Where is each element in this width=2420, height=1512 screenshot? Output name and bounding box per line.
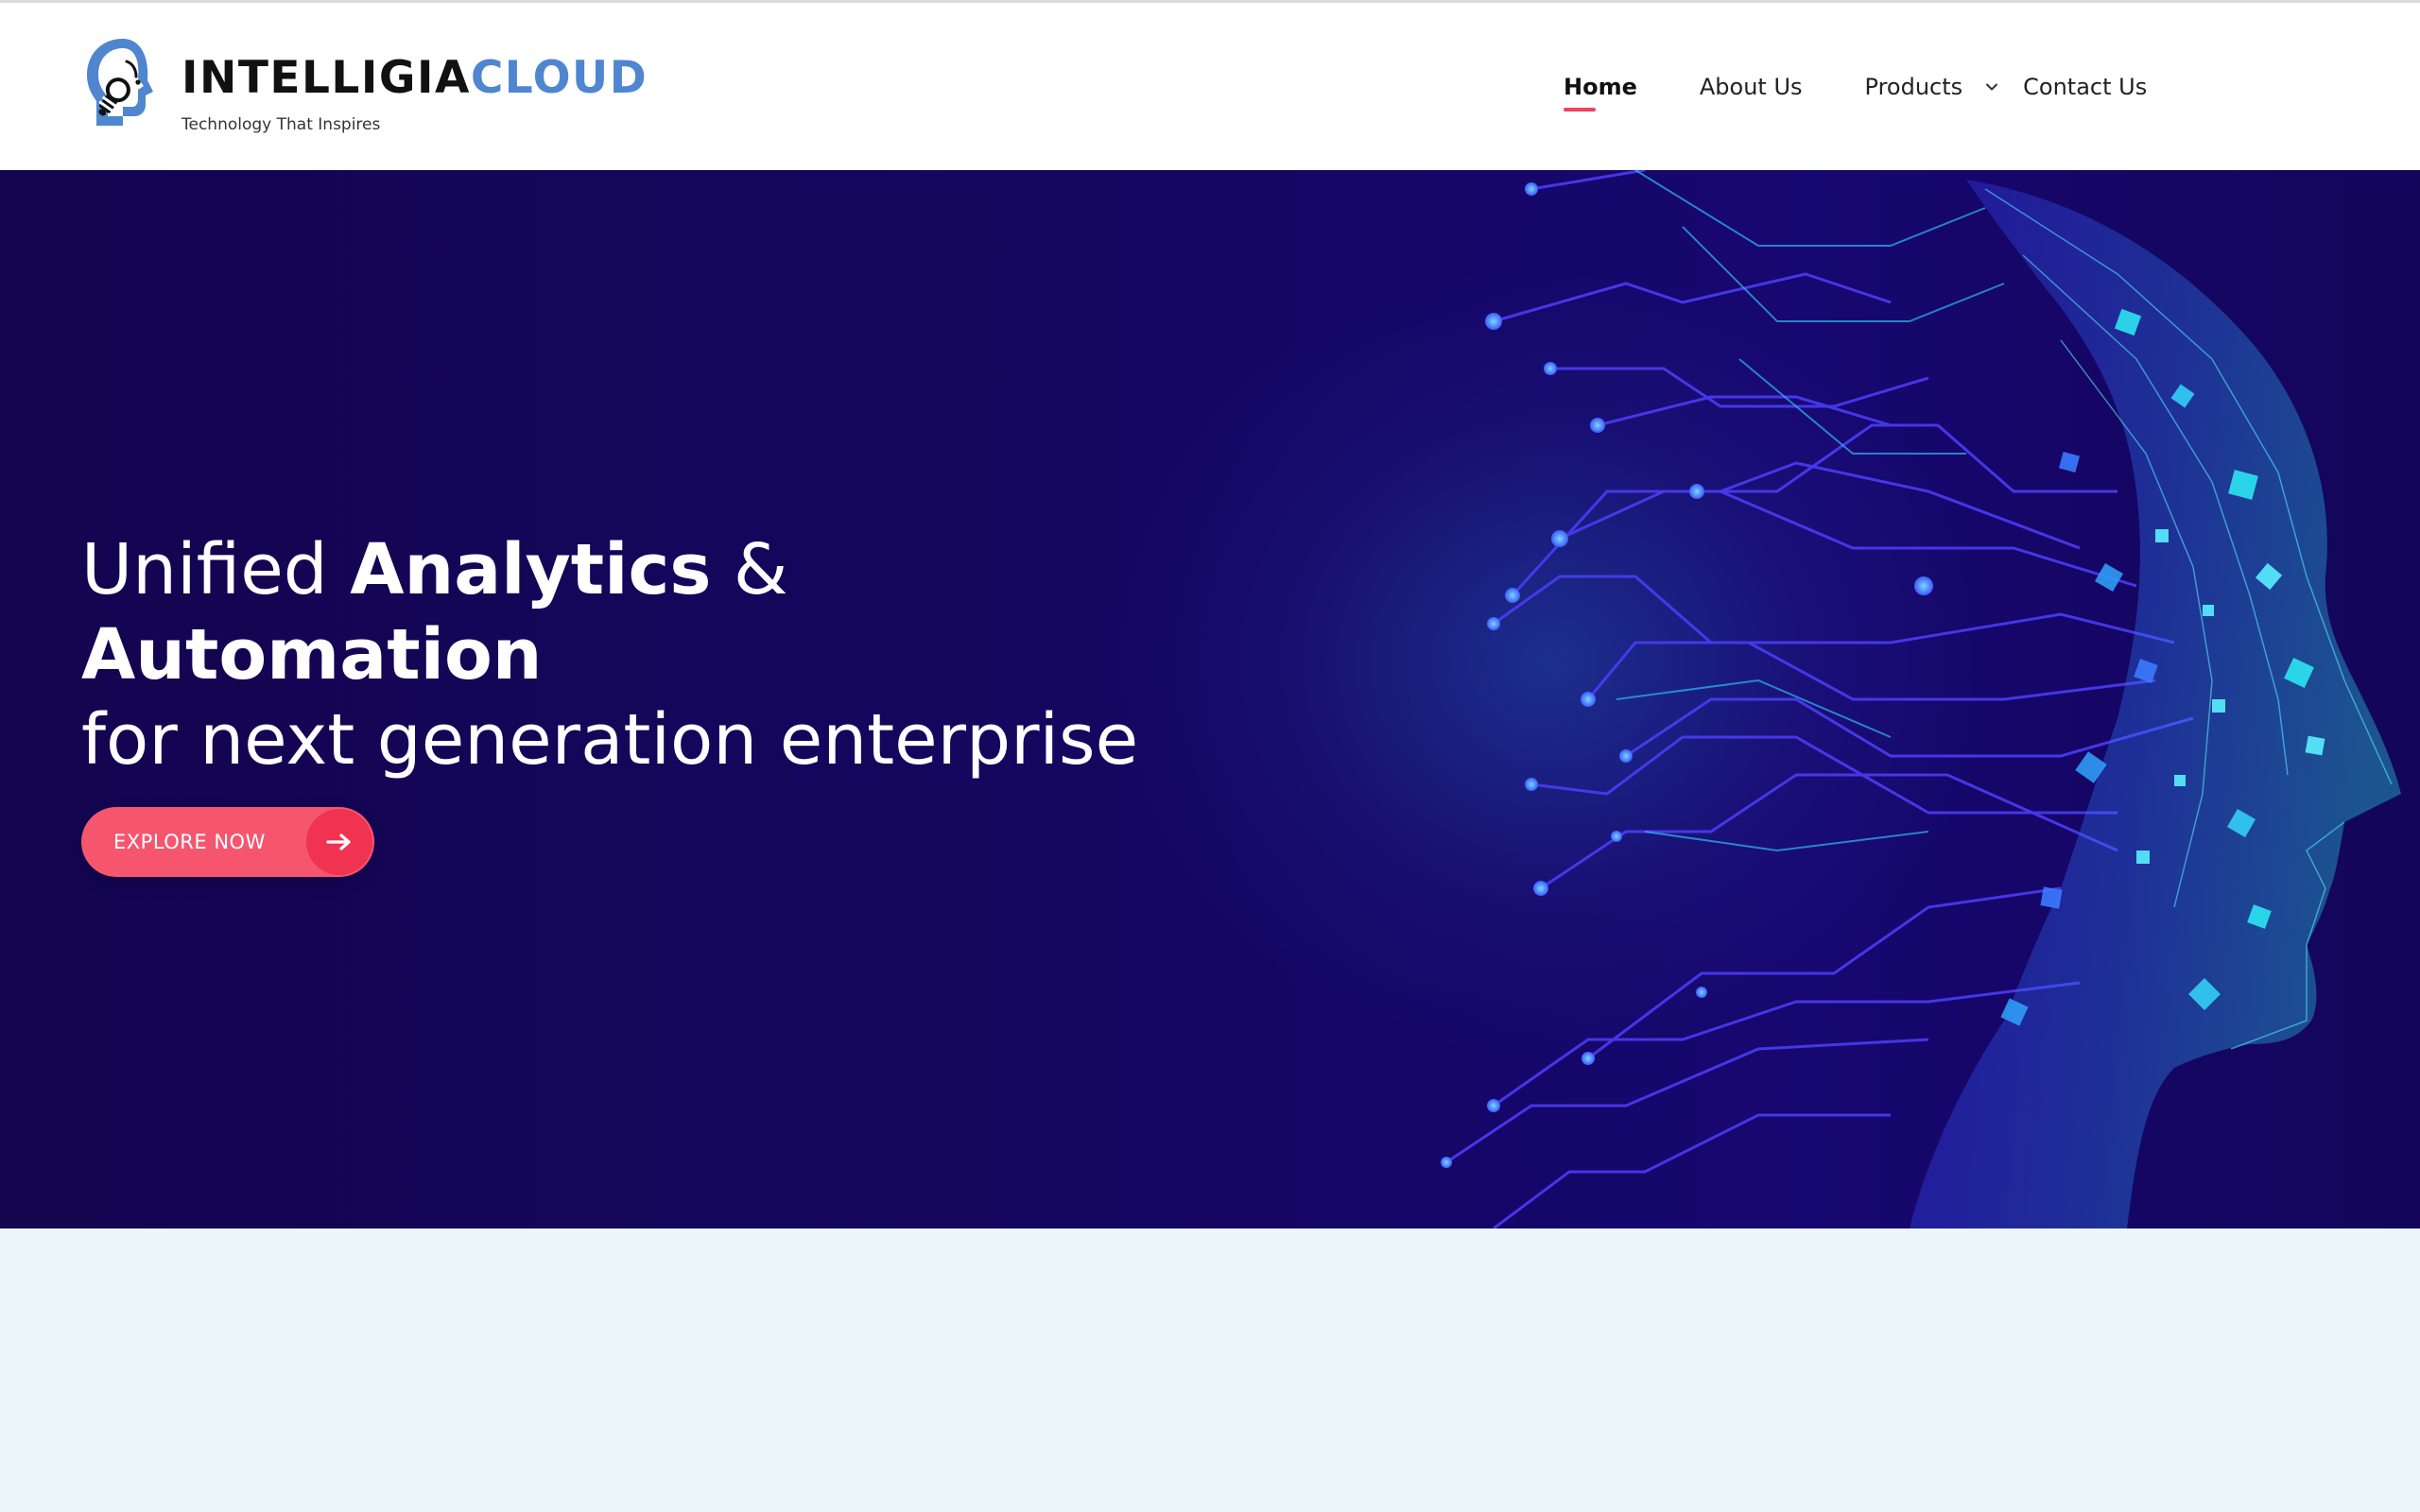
brand-name-part1: INTELLIGIA xyxy=(182,52,471,104)
hero-line-1-bold: Analytics xyxy=(350,529,712,610)
nav-home[interactable]: Home xyxy=(1564,74,1637,112)
brand-logo[interactable]: INTELLIGIACLOUD Technology That Inspires xyxy=(79,33,647,143)
brand-text: INTELLIGIACLOUD Technology That Inspires xyxy=(182,56,648,134)
chevron-down-icon[interactable] xyxy=(1983,78,2000,95)
brand-tagline: Technology That Inspires xyxy=(182,115,381,134)
head-lightbulb-icon xyxy=(87,39,153,126)
brand-name: INTELLIGIACLOUD xyxy=(182,56,648,100)
nav-contact-us[interactable]: Contact Us xyxy=(2023,74,2147,100)
digital-circuit-head-illustration xyxy=(1441,170,2401,1228)
hero-headline: Unified Analytics & Automation for next … xyxy=(81,527,1310,782)
content-section xyxy=(0,1228,2420,1512)
hero-line-1: Unified Analytics & xyxy=(81,527,1310,612)
nav-products-label: Products xyxy=(1864,74,1963,100)
hero-line-3: for next generation enterprise xyxy=(81,699,1139,781)
hero-line-1-light: Unified xyxy=(81,529,351,610)
hero-banner: Unified Analytics & Automation for next … xyxy=(0,170,2420,1228)
hero-line-1-tail: & xyxy=(711,529,788,610)
nav-about-us[interactable]: About Us xyxy=(1700,74,1803,100)
site-header: INTELLIGIACLOUD Technology That Inspires… xyxy=(0,0,2420,170)
explore-now-label: EXPLORE NOW xyxy=(113,831,266,853)
main-nav: Home About Us Products Contact Us xyxy=(1564,69,2147,112)
nav-products[interactable]: Products xyxy=(1865,74,2001,100)
hero-line-2: Automation xyxy=(81,614,543,696)
arrow-right-icon xyxy=(306,809,372,875)
brand-name-part2: CLOUD xyxy=(470,52,648,104)
explore-now-button[interactable]: EXPLORE NOW xyxy=(81,807,374,877)
